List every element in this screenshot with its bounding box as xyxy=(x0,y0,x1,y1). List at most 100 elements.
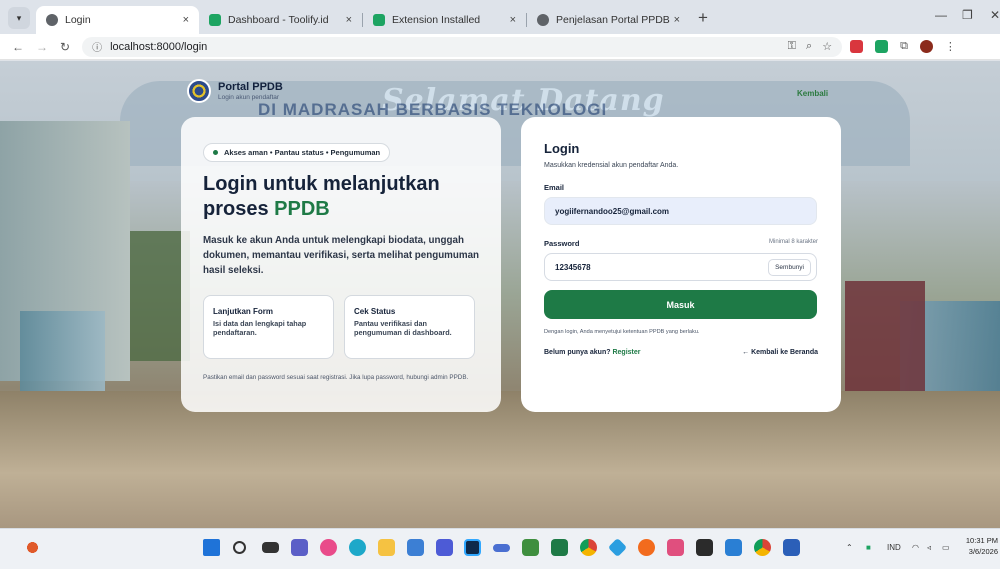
info-panel: Akses aman • Pantau status • Pengumuman … xyxy=(181,117,501,412)
continue-form-card: Lanjutkan Form Isi data dan lengkapi tah… xyxy=(203,294,334,359)
page-headline: Login untuk melanjutkan proses PPDB xyxy=(203,172,479,222)
store-icon[interactable] xyxy=(407,539,424,556)
widgets-icon[interactable] xyxy=(320,539,337,556)
excel-icon[interactable] xyxy=(551,539,568,556)
chrome-icon[interactable] xyxy=(580,539,597,556)
register-link[interactable]: Register xyxy=(612,349,640,356)
maximize-icon[interactable]: ❐ xyxy=(962,8,973,22)
headline-line-2: proses xyxy=(203,198,269,220)
tab-title: Penjelasan Portal PPDB Online xyxy=(556,14,670,26)
app-icon[interactable] xyxy=(607,537,628,558)
extension-red-icon[interactable] xyxy=(850,40,864,53)
start-button-icon[interactable] xyxy=(203,539,220,556)
login-submit-button[interactable]: Masuk xyxy=(544,290,817,319)
close-window-icon[interactable]: ✕ xyxy=(990,8,1000,22)
check-status-card: Cek Status Pantau verifikasi dan pengumu… xyxy=(344,294,475,359)
password-value: 12345678 xyxy=(555,262,591,272)
password-label: Password xyxy=(544,239,580,248)
address-toolbar: ← → ↻ ⓘ localhost:8000/login ⚿ ⌕ ☆ ⧉ ⋮ xyxy=(0,34,1000,60)
panel-description: Masuk ke akun Anda untuk melengkapi biod… xyxy=(203,235,480,277)
tab-dashboard-toolify[interactable]: Dashboard - Toolify.id × xyxy=(199,6,362,34)
extension-green-icon[interactable] xyxy=(875,40,889,53)
login-footer: Belum punya akun? Register ← Kembali ke … xyxy=(544,349,818,356)
home-link[interactable]: ← Kembali ke Beranda xyxy=(742,349,818,356)
app-icon[interactable] xyxy=(522,539,539,556)
wifi-icon[interactable]: ◠ xyxy=(912,543,919,552)
page-viewport: Selamat Datang DI MADRASAH BERBASIS TEKN… xyxy=(0,61,1000,528)
globe-icon xyxy=(537,14,549,26)
language-indicator[interactable]: IND xyxy=(887,543,901,552)
tab-search-icon[interactable]: ▾ xyxy=(8,7,30,29)
chrome-dev-icon[interactable] xyxy=(754,539,771,556)
menu-kebab-icon[interactable]: ⋮ xyxy=(945,40,956,53)
login-title: Login xyxy=(544,141,580,156)
tab-login[interactable]: Login × xyxy=(36,6,199,34)
site-info-icon[interactable]: ⓘ xyxy=(92,39,102,54)
feature-badge: Akses aman • Pantau status • Pengumuman xyxy=(203,143,391,162)
help-note: Pastikan email dan password sesuai saat … xyxy=(203,373,469,381)
terminal-icon[interactable] xyxy=(696,539,713,556)
app-icon[interactable] xyxy=(436,539,453,556)
email-value: yogiifernandoo25@gmail.com xyxy=(555,206,670,216)
headline-highlight: PPDB xyxy=(274,198,330,220)
tray-app-icon[interactable]: ■ xyxy=(866,543,871,552)
edge-icon[interactable] xyxy=(349,539,366,556)
status-dot-icon xyxy=(213,150,218,155)
bookmark-star-icon[interactable]: ☆ xyxy=(822,40,832,53)
globe-icon xyxy=(46,14,58,26)
close-tab-icon[interactable]: × xyxy=(510,14,516,26)
weather-icon[interactable] xyxy=(24,539,41,556)
forward-icon[interactable]: → xyxy=(36,40,48,54)
card-title: Cek Status xyxy=(354,306,396,316)
firefox-icon[interactable] xyxy=(638,539,655,556)
task-view-icon[interactable] xyxy=(262,542,279,553)
clock-date: 3/6/2026 xyxy=(968,546,998,556)
toolify-icon xyxy=(373,14,385,26)
close-tab-icon[interactable]: × xyxy=(183,14,189,26)
password-label-row: Password Minimal 8 karakter xyxy=(544,239,818,248)
url-text: localhost:8000/login xyxy=(110,40,208,53)
toolify-icon xyxy=(209,14,221,26)
password-field[interactable]: 12345678 Sembunyi xyxy=(544,253,817,281)
extensions-puzzle-icon[interactable]: ⧉ xyxy=(900,40,908,53)
photoshop-icon[interactable] xyxy=(464,539,481,556)
link-app-icon[interactable] xyxy=(493,544,510,552)
tab-title: Login xyxy=(65,14,91,26)
file-explorer-icon[interactable] xyxy=(378,539,395,556)
close-tab-icon[interactable]: × xyxy=(674,14,680,26)
vscode-icon[interactable] xyxy=(725,539,742,556)
tab-penjelasan-ppdb[interactable]: Penjelasan Portal PPDB Online × xyxy=(527,6,690,34)
login-subtitle: Masukkan kredensial akun pendaftar Anda. xyxy=(544,162,679,169)
new-tab-button[interactable]: + xyxy=(698,8,708,28)
email-label: Email xyxy=(544,183,565,192)
card-description: Isi data dan lengkapi tahap pendaftaran. xyxy=(213,318,307,338)
school-logo-icon xyxy=(187,79,211,103)
zoom-icon[interactable]: ⌕ xyxy=(806,40,812,53)
email-field[interactable]: yogiifernandoo25@gmail.com xyxy=(544,197,817,225)
toggle-password-button[interactable]: Sembunyi xyxy=(768,258,811,276)
back-icon[interactable]: ← xyxy=(12,40,24,54)
password-hint: Minimal 8 karakter xyxy=(768,239,818,245)
brand-title: Portal PPDB xyxy=(218,81,283,93)
brand-header[interactable]: Portal PPDB Login akun pendaftar xyxy=(187,79,283,103)
volume-icon[interactable]: ◃ xyxy=(927,543,931,552)
chevron-up-icon[interactable]: ⌃ xyxy=(846,543,853,552)
headline-line-1: Login untuk melanjutkan xyxy=(203,173,440,195)
back-link[interactable]: Kembali xyxy=(797,89,828,98)
teams-icon[interactable] xyxy=(291,539,308,556)
clock-time: 10:31 PM xyxy=(965,536,998,545)
word-icon[interactable] xyxy=(783,539,800,556)
battery-icon[interactable]: ▭ xyxy=(942,543,950,552)
url-bar[interactable]: ⓘ localhost:8000/login ⚿ ⌕ ☆ xyxy=(82,36,843,57)
app-icon[interactable] xyxy=(667,539,684,556)
system-clock[interactable]: 10:31 PM 3/6/2026 xyxy=(966,536,998,557)
close-tab-icon[interactable]: × xyxy=(346,14,352,26)
minimize-icon[interactable]: — xyxy=(935,8,947,22)
tab-extension-installed[interactable]: Extension Installed × xyxy=(363,6,526,34)
reload-icon[interactable]: ↻ xyxy=(60,40,70,54)
profile-avatar-icon[interactable] xyxy=(919,40,933,53)
os-taskbar: ⌃ ■ IND ◠ ◃ ▭ 10:31 PM 3/6/2026 xyxy=(0,528,1000,569)
taskbar-search-icon[interactable] xyxy=(233,541,246,554)
brand-subtitle: Login akun pendaftar xyxy=(218,94,280,101)
key-icon[interactable]: ⚿ xyxy=(788,40,796,53)
